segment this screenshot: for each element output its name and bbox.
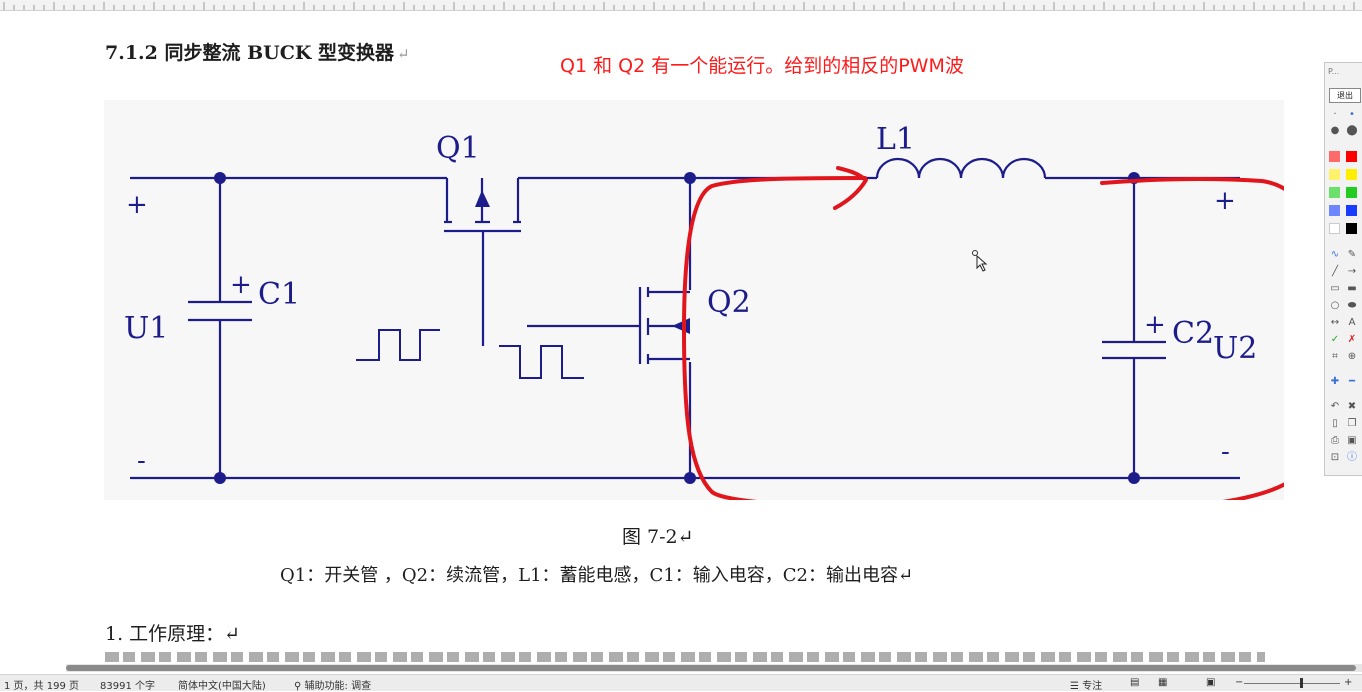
arrow-icon[interactable]: → (1346, 266, 1358, 278)
palette-title: P... (1328, 67, 1340, 76)
label-plus-out: + (1214, 186, 1236, 216)
focus-icon: ☰ (1070, 681, 1079, 692)
zoom-region-icon[interactable]: ⊕ (1346, 351, 1358, 363)
section-heading: 7.1.2 同步整流 BUCK 型变换器 ↵ (105, 38, 410, 65)
copy-icon[interactable]: ❐ (1346, 418, 1358, 430)
heading-text: 7.1.2 同步整流 BUCK 型变换器 (105, 42, 394, 64)
undo-icon[interactable]: ↶ (1329, 401, 1341, 413)
rectangle-icon[interactable]: ▭ (1329, 283, 1341, 295)
mouse-pointer-icon (972, 250, 988, 272)
color-green[interactable] (1346, 187, 1357, 198)
text-tool-icon[interactable]: A (1346, 317, 1358, 329)
buck-circuit-diagram: Q1 Q2 L1 C1 C2 U1 U2 + - + - + + (124, 122, 1284, 500)
junction-dot (684, 172, 696, 184)
web-layout-icon[interactable]: ▣ (1206, 677, 1215, 688)
label-q2: Q2 (707, 285, 751, 320)
crop-icon[interactable]: ⌗ (1329, 351, 1341, 363)
label-u2: U2 (1213, 331, 1257, 366)
screenshot-icon[interactable]: ⊡ (1329, 452, 1341, 464)
filled-ellipse-icon[interactable]: ⬬ (1346, 300, 1358, 312)
color-red-light[interactable] (1329, 151, 1340, 162)
color-yellow[interactable] (1346, 169, 1357, 180)
color-white[interactable] (1329, 223, 1340, 234)
read-mode-icon[interactable]: ▤ (1130, 677, 1139, 688)
junction-dot (214, 472, 226, 484)
scrollbar-thumb[interactable] (66, 665, 1356, 671)
horizontal-ruler[interactable] (0, 0, 1362, 11)
junction-dot (684, 472, 696, 484)
eraser-icon[interactable]: ✎ (1346, 249, 1358, 261)
color-blue-light[interactable] (1329, 205, 1340, 216)
freehand-icon[interactable]: ∿ (1329, 249, 1341, 261)
q2-arrow (672, 318, 690, 334)
zoom-out-icon[interactable]: − (1235, 677, 1243, 688)
color-yellow-light[interactable] (1329, 169, 1340, 180)
label-c1: C1 (258, 277, 300, 312)
label-c1-plus: + (230, 270, 252, 300)
medium-dot-icon[interactable]: • (1346, 109, 1358, 121)
annotation-palette: P... 退出 · • ● ⬤ ∿ ✎ ╱ → ▭ ▬ ○ ⬬ ↔ A ✓ ✗ … (1324, 62, 1362, 476)
zoom-slider[interactable] (1244, 683, 1340, 684)
partial-text-line (105, 652, 1265, 662)
label-minus-in: - (137, 446, 146, 476)
q2-pwm-waveform (499, 345, 584, 379)
label-c2: C2 (1172, 316, 1214, 351)
label-l1: L1 (876, 122, 915, 157)
ellipse-icon[interactable]: ○ (1329, 300, 1341, 312)
accessibility-icon: ⚲ (294, 681, 302, 692)
plus-icon[interactable]: ✚ (1329, 376, 1341, 388)
ink-annotation-text: Q1 和 Q2 有一个能运行。给到的相反的PWM波 (560, 55, 964, 77)
ruler-ticks (3, 2, 1355, 10)
color-black[interactable] (1346, 223, 1357, 234)
return-mark: ↵ (397, 45, 410, 63)
cross-icon[interactable]: ✗ (1346, 334, 1358, 346)
l1-inductor-coils (875, 157, 1047, 179)
circuit-figure[interactable]: Q1 Q2 L1 C1 C2 U1 U2 + - + - + + (104, 100, 1284, 500)
status-bar: 1 页，共 199 页 83991 个字 简体中文(中国大陆) ⚲ 辅助功能: … (0, 674, 1362, 692)
print-layout-icon[interactable]: ▦ (1158, 677, 1167, 688)
line-icon[interactable]: ╱ (1329, 266, 1341, 278)
label-u1: U1 (124, 311, 168, 346)
save-icon[interactable]: ▣ (1346, 435, 1358, 447)
q1-arrow (475, 190, 490, 207)
figure-legend: Q1：开关管 ，Q2：续流管，L1：蓄能电感，C1：输入电容，C2：输出电容↵ (280, 565, 914, 586)
ink-arrowhead (833, 166, 868, 210)
q1-pwm-waveform (356, 329, 440, 361)
info-icon[interactable]: ⓘ (1346, 452, 1358, 464)
figure-caption: 图 7-2↵ (622, 526, 694, 548)
check-icon[interactable]: ✓ (1329, 334, 1341, 346)
exit-button[interactable]: 退出 (1329, 88, 1361, 103)
new-page-icon[interactable]: ▯ (1329, 418, 1341, 430)
print-icon[interactable]: ⎙ (1329, 435, 1341, 447)
trash-icon[interactable]: ✖ (1346, 401, 1358, 413)
minus-icon[interactable]: ━ (1346, 376, 1358, 388)
double-arrow-icon[interactable]: ↔ (1329, 317, 1341, 329)
label-q1: Q1 (436, 131, 480, 166)
color-red[interactable] (1346, 151, 1357, 162)
label-c2-plus: + (1144, 310, 1166, 340)
zoom-in-icon[interactable]: + (1344, 677, 1352, 688)
zoom-slider-knob[interactable] (1300, 678, 1303, 688)
xl-dot-icon[interactable]: ⬤ (1346, 125, 1358, 137)
horizontal-scrollbar[interactable] (66, 664, 1362, 672)
junction-dot (214, 172, 226, 184)
junction-dot (1128, 472, 1140, 484)
color-blue[interactable] (1346, 205, 1357, 216)
small-dot-icon[interactable]: · (1329, 109, 1341, 121)
large-dot-icon[interactable]: ● (1329, 125, 1341, 137)
color-green-light[interactable] (1329, 187, 1340, 198)
label-plus-in: + (126, 190, 148, 220)
label-minus-out: - (1221, 437, 1230, 467)
filled-rectangle-icon[interactable]: ▬ (1346, 283, 1358, 295)
section-title: 1. 工作原理：↵ (105, 623, 241, 645)
